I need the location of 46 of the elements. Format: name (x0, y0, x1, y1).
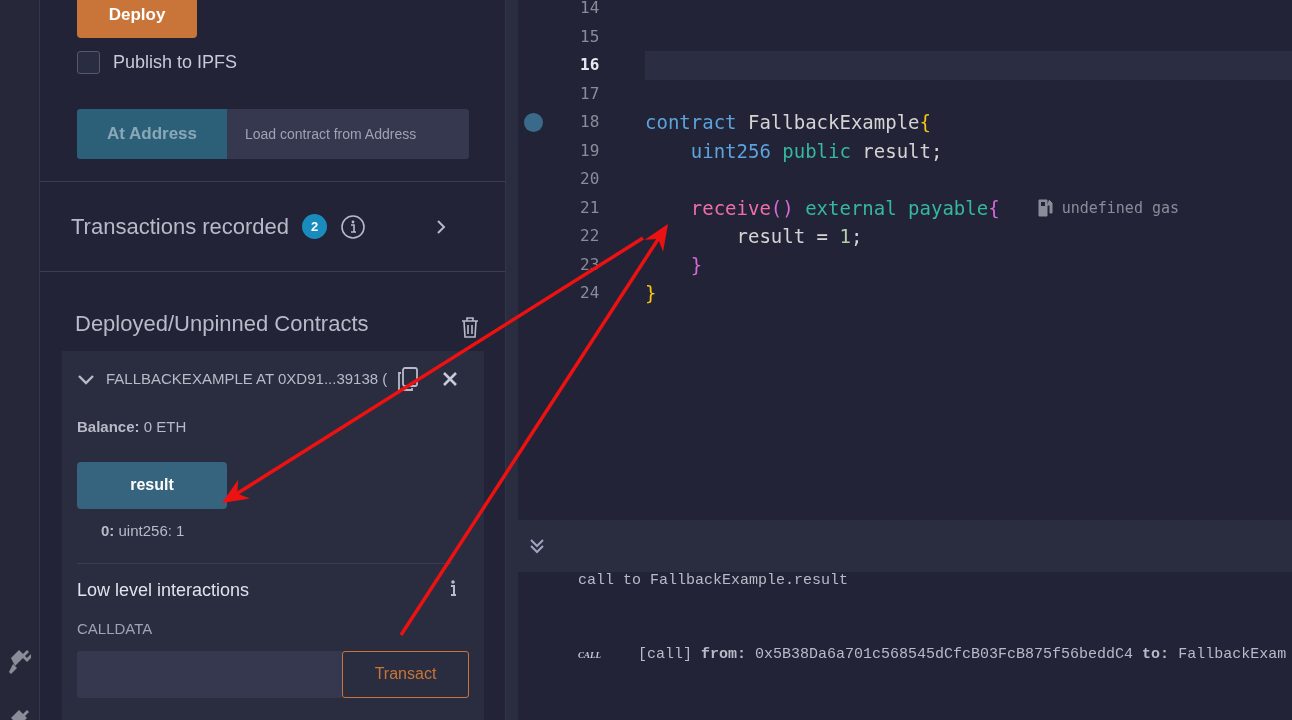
code-line: } (690, 252, 703, 278)
close-icon[interactable] (442, 371, 459, 387)
chevron-down-icon[interactable] (77, 373, 95, 385)
gas-hint: undefined gas (1061, 197, 1180, 219)
chevron-right-icon[interactable] (436, 218, 447, 235)
code-line: contract FallbackExample{ (645, 110, 931, 135)
line-number: 15 (580, 25, 600, 48)
section-title: Low level interactions (77, 579, 250, 602)
code-line: receive() external payable{ (690, 195, 1000, 221)
section-title: Deployed/Unpinned Contracts (75, 310, 369, 338)
field-label: CALLDATA (77, 619, 154, 639)
line-number: 22 (580, 225, 600, 248)
copy-icon[interactable] (397, 367, 420, 391)
terminal-text: call to FallbackExample.result (578, 572, 850, 590)
gas-pump-icon (1036, 197, 1053, 218)
contract-title: FALLBACKEXAMPLE AT 0XD91...39138 ( (106, 368, 388, 389)
info-icon[interactable] (341, 214, 366, 239)
address-input[interactable]: Load contract from Address (227, 109, 469, 159)
checkbox[interactable] (77, 51, 100, 74)
line-number: 21 (580, 196, 600, 219)
line-number: 17 (580, 82, 600, 105)
line-number: 18 (580, 111, 600, 134)
checkbox-label: Publish to IPFS (113, 51, 238, 74)
calldata-input[interactable] (77, 650, 342, 698)
section-title: Transactions recorded (71, 213, 290, 241)
plug-icon[interactable] (8, 648, 31, 674)
collapse-icon[interactable] (528, 537, 546, 555)
code-line: uint256 public result; (690, 138, 943, 164)
at-address-button[interactable]: At Address (77, 109, 227, 159)
log-line: [call] from: 0x5B38Da6a701c568545dCfcB03FcB875f56beddC4 to: FallbackExam (638, 645, 1287, 665)
trash-icon[interactable] (461, 317, 479, 338)
count-badge: 2 (302, 214, 328, 239)
code-line: } (645, 281, 657, 306)
line-number: 19 (580, 139, 600, 162)
balance-text: Balance: 0 ETH (77, 417, 188, 437)
transact-button[interactable]: Transact (342, 650, 469, 698)
function-button[interactable]: result (77, 461, 227, 509)
call-label: CALL (578, 648, 602, 662)
deploy-button[interactable]: Deploy (77, 0, 197, 38)
code-line: result = 1; (736, 224, 863, 249)
output-text: 0: uint256: 1 (101, 520, 186, 541)
info-icon[interactable] (450, 579, 457, 596)
line-number: 16 (580, 54, 600, 77)
line-number: 14 (580, 0, 600, 20)
line-number: 24 (580, 282, 600, 305)
line-number: 20 (580, 168, 600, 191)
